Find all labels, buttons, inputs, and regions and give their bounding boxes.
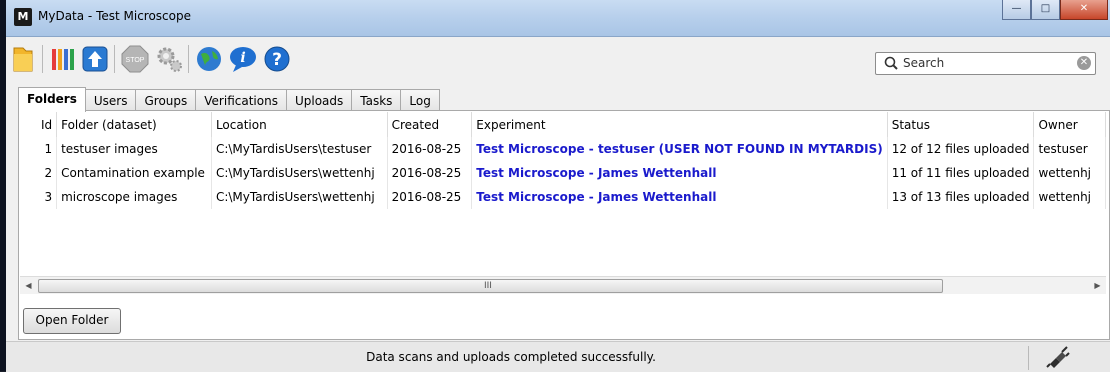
clear-search-icon[interactable]: ✕ [1077,56,1091,70]
scrollbar-thumb[interactable]: III [38,279,943,293]
table-header-row: Id Folder (dataset) Location Created Exp… [20,112,1106,137]
tab-tasks[interactable]: Tasks [351,89,402,112]
tab-verifications[interactable]: Verifications [195,89,287,112]
cell-status: 12 of 12 files uploaded [887,137,1035,161]
cell-experiment-link[interactable]: Test Microscope - testuser (USER NOT FOU… [471,137,888,161]
cell-folder: Contamination example [56,161,212,185]
app-icon: M [14,8,32,26]
search-input[interactable]: Search ✕ [875,52,1096,75]
tab-users[interactable]: Users [84,89,137,112]
help-icon[interactable]: ? [262,44,292,74]
open-folder-button[interactable]: Open Folder [23,308,121,334]
test-run-icon[interactable] [48,44,78,74]
table-row[interactable]: 1 testuser images C:\MyTardisUsers\testu… [20,137,1106,161]
tab-folders[interactable]: Folders [18,87,86,112]
mytardis-globe-icon[interactable] [194,44,224,74]
scroll-right-icon[interactable]: ▶ [1089,277,1106,294]
tab-groups[interactable]: Groups [135,89,197,112]
cell-location: C:\MyTardisUsers\wettenhj [211,185,388,209]
horizontal-scrollbar[interactable]: ◀ III ▶ [20,276,1106,294]
cell-experiment-link[interactable]: Test Microscope - James Wettenhall [471,185,888,209]
cell-experiment-link[interactable]: Test Microscope - James Wettenhall [471,161,888,185]
column-header-location[interactable]: Location [211,112,388,137]
cell-status: 11 of 11 files uploaded [887,161,1035,185]
cell-created: 2016-08-25 [387,137,473,161]
cell-location: C:\MyTardisUsers\wettenhj [211,161,388,185]
toolbar-separator [114,45,115,73]
title-bar[interactable]: M MyData - Test Microscope — □ ✕ [6,0,1110,37]
window-controls: — □ ✕ [1002,0,1108,22]
column-header-created[interactable]: Created [387,112,473,137]
column-header-experiment[interactable]: Experiment [471,112,888,137]
status-bar: Data scans and uploads completed success… [6,341,1110,372]
status-message: Data scans and uploads completed success… [366,350,656,364]
column-header-status[interactable]: Status [887,112,1035,137]
cell-id: 2 [20,161,58,185]
cell-owner: wettenhj [1033,161,1106,185]
open-folder-icon[interactable] [8,44,38,74]
cell-created: 2016-08-25 [387,185,473,209]
main-window: M MyData - Test Microscope — □ ✕ STOP i … [6,0,1110,372]
toolbar-separator [42,45,43,73]
status-separator [1028,346,1029,370]
upload-icon[interactable] [80,44,110,74]
stop-label: STOP [126,57,145,64]
cell-owner: wettenhj [1033,185,1106,209]
folders-table[interactable]: Id Folder (dataset) Location Created Exp… [20,112,1106,280]
table-row[interactable]: 3 microscope images C:\MyTardisUsers\wet… [20,185,1106,209]
maximize-button[interactable]: □ [1031,0,1060,20]
search-icon [884,56,898,73]
tab-bar: Folders Users Groups Verifications Uploa… [18,87,440,112]
column-header-id[interactable]: Id [20,112,58,137]
minimize-button[interactable]: — [1002,0,1031,20]
cell-status: 13 of 13 files uploaded [887,185,1035,209]
svg-text:i: i [240,50,245,66]
svg-text:?: ? [272,50,282,70]
cell-id: 3 [20,185,58,209]
cell-created: 2016-08-25 [387,161,473,185]
table-row[interactable]: 2 Contamination example C:\MyTardisUsers… [20,161,1106,185]
cell-location: C:\MyTardisUsers\testuser [211,137,388,161]
column-header-folder[interactable]: Folder (dataset) [56,112,212,137]
scrollbar-grip: III [484,281,492,291]
cell-folder: testuser images [56,137,212,161]
tab-uploads[interactable]: Uploads [285,89,353,112]
settings-icon[interactable] [154,44,184,74]
close-button[interactable]: ✕ [1060,0,1108,20]
tab-log[interactable]: Log [400,89,440,112]
cell-id: 1 [20,137,58,161]
toolbar-separator [188,45,189,73]
column-header-owner[interactable]: Owner [1033,112,1106,137]
about-info-icon[interactable]: i [228,44,258,74]
connection-plug-icon [1046,346,1070,371]
stop-icon[interactable]: STOP [120,44,150,74]
window-title: MyData - Test Microscope [38,9,191,23]
cell-owner: testuser [1033,137,1106,161]
search-placeholder: Search [903,56,945,70]
cell-folder: microscope images [56,185,212,209]
scroll-left-icon[interactable]: ◀ [20,277,37,294]
folders-panel: Id Folder (dataset) Location Created Exp… [18,110,1110,340]
